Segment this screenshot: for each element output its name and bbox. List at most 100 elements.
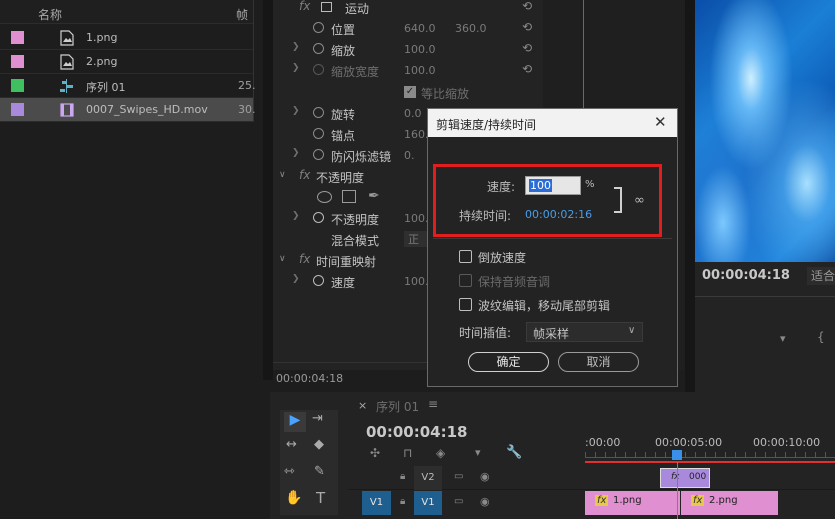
- pen-mask-icon[interactable]: ✒: [368, 188, 380, 204]
- close-icon[interactable]: ✕: [654, 113, 667, 131]
- reset-icon[interactable]: ⟲: [522, 62, 532, 76]
- blend-mode-select[interactable]: 正: [404, 231, 428, 247]
- maintain-audio-checkbox: [459, 274, 472, 287]
- stopwatch-icon[interactable]: [313, 149, 324, 160]
- tools-panel: ▶ ⇥ ↔ ◆ ⇿ ✎ ✋ T: [270, 392, 348, 519]
- program-monitor-video[interactable]: [695, 0, 835, 262]
- stopwatch-icon[interactable]: [313, 275, 324, 286]
- add-marker-icon[interactable]: ▾: [475, 446, 481, 459]
- chevron-right-icon[interactable]: ❯: [292, 211, 300, 221]
- sync-lock-icon[interactable]: ▭: [454, 496, 463, 507]
- link-icon[interactable]: ∞: [634, 193, 645, 208]
- reverse-checkbox[interactable]: [459, 250, 472, 263]
- rectangle-mask-icon[interactable]: [342, 190, 356, 203]
- track-name[interactable]: V2: [414, 466, 442, 490]
- type-tool-icon[interactable]: T: [316, 489, 325, 507]
- stopwatch-icon[interactable]: [313, 22, 324, 33]
- chevron-down-icon[interactable]: ∨: [279, 254, 286, 264]
- slip-icon[interactable]: ⇿: [284, 464, 295, 479]
- razor-icon[interactable]: ◆: [314, 437, 324, 452]
- hand-icon[interactable]: ✋: [285, 490, 302, 506]
- chevron-right-icon[interactable]: ❯: [292, 148, 300, 158]
- project-item[interactable]: 1.png: [0, 26, 253, 50]
- track-name[interactable]: V1: [414, 491, 442, 515]
- column-framerate-header[interactable]: 帧: [236, 6, 248, 23]
- speed-input[interactable]: 100: [525, 176, 581, 195]
- snap-icon[interactable]: ✣: [370, 446, 380, 460]
- reset-icon[interactable]: ⟲: [522, 20, 532, 34]
- linked-selection-icon[interactable]: ◈: [436, 446, 445, 460]
- clip-1png[interactable]: fx 1.png: [585, 491, 680, 515]
- speed-value[interactable]: 100.: [404, 275, 429, 288]
- marker-icon[interactable]: ▾: [780, 332, 786, 345]
- label-color-swatch[interactable]: [11, 31, 24, 44]
- position-y-value[interactable]: 360.0: [455, 22, 487, 35]
- sequence-icon: [60, 79, 73, 93]
- playhead-handle[interactable]: [672, 450, 682, 460]
- track-select-icon[interactable]: ⇥: [312, 411, 323, 426]
- clip-2png[interactable]: fx 2.png: [681, 491, 778, 515]
- label-color-swatch[interactable]: [11, 103, 24, 116]
- sync-lock-icon[interactable]: ▭: [454, 471, 463, 482]
- chevron-right-icon[interactable]: ❯: [292, 274, 300, 284]
- insert-icon[interactable]: ⊓: [403, 446, 412, 460]
- speed-label: 速度: [331, 276, 356, 290]
- column-name-header[interactable]: 名称: [38, 6, 62, 23]
- ok-button[interactable]: 确定: [468, 352, 549, 372]
- clip-v2[interactable]: fx 000: [660, 468, 710, 488]
- duration-value[interactable]: 00:00:02:16: [525, 208, 592, 221]
- project-item-name: 0007_Swipes_HD.mov: [86, 103, 208, 116]
- transform-icon[interactable]: [321, 2, 332, 12]
- uniform-scale-checkbox[interactable]: ✓: [404, 86, 416, 98]
- project-item[interactable]: 序列 01 25.: [0, 74, 256, 98]
- antiflicker-label: 防闪烁滤镜: [331, 150, 392, 164]
- work-area-bar[interactable]: [585, 461, 835, 463]
- source-target-v1[interactable]: V1: [362, 491, 391, 515]
- stopwatch-icon[interactable]: [313, 43, 324, 54]
- reset-icon[interactable]: ⟲: [522, 0, 532, 13]
- chevron-down-icon[interactable]: ∨: [279, 170, 286, 180]
- scale-value[interactable]: 100.0: [404, 43, 436, 56]
- interpolation-select[interactable]: 帧采样 ∨: [526, 322, 643, 342]
- in-point-icon[interactable]: {: [817, 330, 825, 344]
- speed-unit: %: [585, 179, 595, 190]
- ripple-edit-icon[interactable]: ↔: [286, 437, 297, 452]
- lock-icon[interactable]: 🔒︎: [400, 471, 405, 482]
- pen-icon[interactable]: ✎: [314, 464, 325, 479]
- label-color-swatch[interactable]: [11, 55, 24, 68]
- antiflicker-value[interactable]: 0.: [404, 149, 415, 162]
- project-item[interactable]: 2.png: [0, 50, 253, 74]
- cancel-button[interactable]: 取消: [558, 352, 639, 372]
- timeline-timecode[interactable]: 00:00:04:18: [366, 423, 468, 441]
- eye-icon[interactable]: ◉: [480, 495, 490, 508]
- position-x-value[interactable]: 640.0: [404, 22, 436, 35]
- speed-input-value: 100: [529, 179, 552, 192]
- opacity-value[interactable]: 100.: [404, 212, 429, 225]
- stopwatch-icon[interactable]: [313, 128, 324, 139]
- program-timecode[interactable]: 00:00:04:18: [702, 268, 790, 283]
- reset-icon[interactable]: ⟲: [522, 41, 532, 55]
- lock-icon[interactable]: 🔒︎: [400, 496, 405, 507]
- tab-menu-icon[interactable]: ≡: [428, 397, 438, 411]
- ruler-tick-label: :00:00: [585, 436, 621, 449]
- chevron-right-icon[interactable]: ❯: [292, 106, 300, 116]
- wrench-icon[interactable]: 🔧: [506, 445, 522, 460]
- motion-effect-row[interactable]: fx 运动 ⟲: [273, 0, 543, 18]
- selection-tool-icon[interactable]: ▶: [284, 412, 306, 432]
- rotation-value[interactable]: 0.0: [404, 107, 422, 120]
- timeline-ruler[interactable]: :00:00 00:00:05:00 00:00:10:00: [585, 430, 835, 464]
- project-item-selected[interactable]: 0007_Swipes_HD.mov 30.: [0, 98, 256, 122]
- close-tab-icon[interactable]: ×: [358, 399, 367, 412]
- anchor-value[interactable]: 160.: [404, 128, 429, 141]
- ripple-edit-checkbox[interactable]: [459, 298, 472, 311]
- fit-select[interactable]: 适合: [807, 267, 835, 285]
- eye-icon[interactable]: ◉: [480, 470, 490, 483]
- chevron-right-icon[interactable]: ❯: [292, 63, 300, 73]
- ellipse-mask-icon[interactable]: [317, 191, 332, 203]
- label-color-swatch[interactable]: [11, 79, 24, 92]
- chevron-right-icon[interactable]: ❯: [292, 42, 300, 52]
- stopwatch-icon[interactable]: [313, 107, 324, 118]
- stopwatch-icon[interactable]: [313, 212, 324, 223]
- tab-sequence[interactable]: 序列 01: [376, 398, 419, 415]
- timeline-playhead[interactable]: [677, 462, 678, 519]
